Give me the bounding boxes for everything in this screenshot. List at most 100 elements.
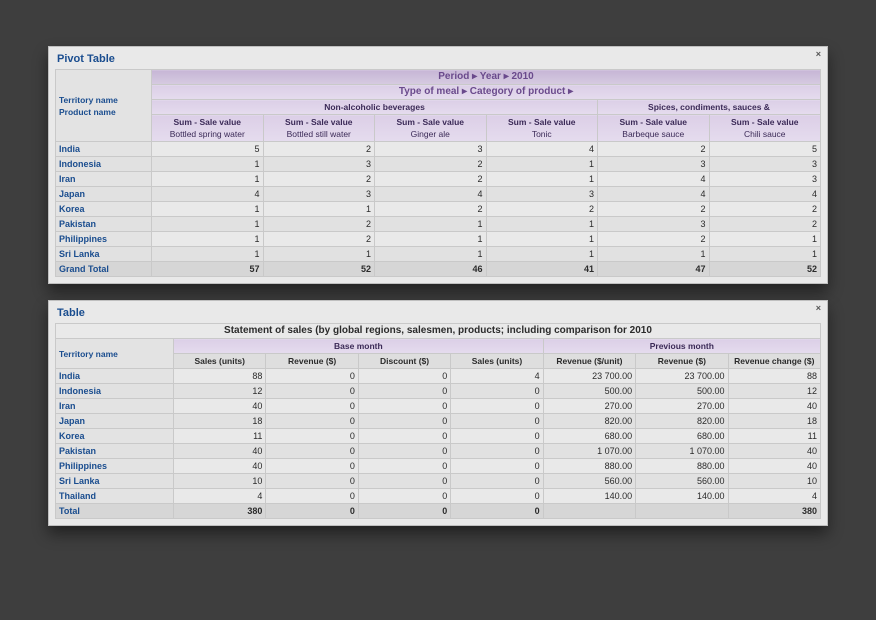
- table-row[interactable]: Indonesia132133: [56, 157, 821, 172]
- cell: 5: [709, 142, 821, 157]
- row-territory: Philippines: [56, 232, 152, 247]
- total-label: Total: [56, 504, 174, 519]
- cell: 40: [174, 444, 266, 459]
- cell: 140.00: [543, 489, 635, 504]
- period-header[interactable]: Period ▸ Year ▸ 2010: [152, 70, 821, 85]
- statement-caption: Statement of sales (by global regions, s…: [56, 324, 821, 339]
- group-base-month: Base month: [174, 339, 544, 354]
- col-header[interactable]: Sum - Sale valueBarbeque sauce: [598, 115, 710, 142]
- cell: 23 700.00: [636, 369, 728, 384]
- cell: 1: [375, 247, 487, 262]
- table-row[interactable]: Korea11000680.00680.0011: [56, 429, 821, 444]
- col-header[interactable]: Sales (units): [174, 354, 266, 369]
- cell: 0: [451, 384, 543, 399]
- cell: 1: [152, 202, 264, 217]
- cell: 0: [358, 399, 450, 414]
- cell: 0: [358, 474, 450, 489]
- close-icon[interactable]: ×: [816, 49, 821, 59]
- cell: 3: [709, 157, 821, 172]
- cell: 3: [709, 172, 821, 187]
- cell: 3: [263, 157, 375, 172]
- group-prev-month: Previous month: [543, 339, 820, 354]
- cell: 0: [266, 459, 358, 474]
- meal-header[interactable]: Type of meal ▸ Category of product ▸: [152, 85, 821, 100]
- row-territory: Pakistan: [56, 217, 152, 232]
- cell: 3: [375, 142, 487, 157]
- col-header[interactable]: Revenue ($): [266, 354, 358, 369]
- table-row[interactable]: Pakistan400001 070.001 070.0040: [56, 444, 821, 459]
- row-territory: Japan: [56, 187, 152, 202]
- close-icon[interactable]: ×: [816, 303, 821, 313]
- table-row[interactable]: Sri Lanka111111: [56, 247, 821, 262]
- col-header[interactable]: Revenue change ($): [728, 354, 820, 369]
- col-header[interactable]: Revenue ($): [636, 354, 728, 369]
- col-header[interactable]: Sum - Sale valueGinger ale: [375, 115, 487, 142]
- col-header[interactable]: Sum - Sale valueTonic: [486, 115, 598, 142]
- row-territory: Korea: [56, 429, 174, 444]
- group-beverages[interactable]: Non-alcoholic beverages: [152, 100, 598, 115]
- cell: 40: [728, 444, 820, 459]
- cell: 88: [174, 369, 266, 384]
- corner-territory: Territory nameProduct name: [56, 70, 152, 142]
- table-row[interactable]: Japan18000820.00820.0018: [56, 414, 821, 429]
- cell: 2: [598, 142, 710, 157]
- table-row[interactable]: Iran40000270.00270.0040: [56, 399, 821, 414]
- cell: 4: [152, 187, 264, 202]
- pivot-table: Territory nameProduct name Period ▸ Year…: [55, 69, 821, 277]
- cell: 18: [728, 414, 820, 429]
- cell: 2: [263, 142, 375, 157]
- cell: 3: [486, 187, 598, 202]
- cell: 4: [728, 489, 820, 504]
- table-row[interactable]: Thailand4000140.00140.004: [56, 489, 821, 504]
- cell: 12: [174, 384, 266, 399]
- col-header[interactable]: Discount ($): [358, 354, 450, 369]
- cell: 4: [486, 142, 598, 157]
- table-row[interactable]: India8800423 700.0023 700.0088: [56, 369, 821, 384]
- cell: 1: [486, 247, 598, 262]
- table-row[interactable]: Japan434344: [56, 187, 821, 202]
- cell: 5: [152, 142, 264, 157]
- cell: 560.00: [543, 474, 635, 489]
- cell: 0: [266, 384, 358, 399]
- row-territory: Japan: [56, 414, 174, 429]
- cell: 2: [263, 217, 375, 232]
- table-row[interactable]: Philippines40000880.00880.0040: [56, 459, 821, 474]
- cell: 1: [709, 232, 821, 247]
- pivot-panel: × Pivot Table Territory nameProduct name…: [48, 46, 828, 284]
- cell: 12: [728, 384, 820, 399]
- table-row[interactable]: India523425: [56, 142, 821, 157]
- cell: 4: [598, 172, 710, 187]
- group-spices[interactable]: Spices, condiments, sauces &: [598, 100, 821, 115]
- cell: 0: [358, 459, 450, 474]
- table-row[interactable]: Sri Lanka10000560.00560.0010: [56, 474, 821, 489]
- cell: 2: [263, 172, 375, 187]
- cell: 1: [263, 247, 375, 262]
- cell: 4: [375, 187, 487, 202]
- cell: 2: [709, 217, 821, 232]
- cell: 0: [451, 444, 543, 459]
- cell: 3: [263, 187, 375, 202]
- cell: 500.00: [636, 384, 728, 399]
- grand-total-label: Grand Total: [56, 262, 152, 277]
- row-territory: Iran: [56, 172, 152, 187]
- cell: 40: [174, 399, 266, 414]
- col-header[interactable]: Sum - Sale valueBottled spring water: [152, 115, 264, 142]
- cell: 0: [266, 429, 358, 444]
- statement-table: Statement of sales (by global regions, s…: [55, 323, 821, 519]
- cell: 1: [375, 232, 487, 247]
- table-row[interactable]: Iran122143: [56, 172, 821, 187]
- table-row[interactable]: Philippines121121: [56, 232, 821, 247]
- row-territory: Sri Lanka: [56, 247, 152, 262]
- col-header[interactable]: Sum - Sale valueBottled still water: [263, 115, 375, 142]
- col-header[interactable]: Revenue ($/unit): [543, 354, 635, 369]
- col-header[interactable]: Sum - Sale valueChili sauce: [709, 115, 821, 142]
- cell: 680.00: [636, 429, 728, 444]
- cell: 820.00: [636, 414, 728, 429]
- table-row[interactable]: Indonesia12000500.00500.0012: [56, 384, 821, 399]
- panel-title: Table: [57, 307, 821, 319]
- col-header[interactable]: Sales (units): [451, 354, 543, 369]
- cell: 0: [266, 399, 358, 414]
- cell: 10: [728, 474, 820, 489]
- table-row[interactable]: Korea112222: [56, 202, 821, 217]
- table-row[interactable]: Pakistan121132: [56, 217, 821, 232]
